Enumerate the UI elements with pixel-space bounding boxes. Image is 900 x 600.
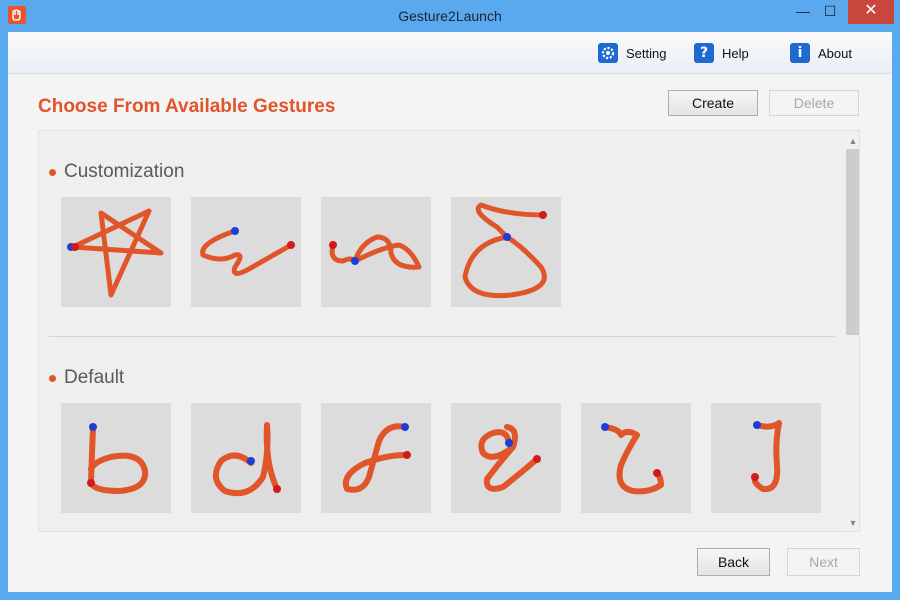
app-window: Gesture2Launch — ☐ ✕ Setting ? Help i Ab… — [0, 0, 900, 600]
about-menu-item[interactable]: i About — [790, 42, 852, 64]
client-area: Setting ? Help i About Choose From Avail… — [8, 32, 892, 592]
gesture-swirl-thumbnail[interactable] — [321, 197, 431, 307]
bullet-icon — [49, 168, 56, 176]
scroll-up-icon[interactable]: ▲ — [845, 133, 859, 149]
bullet-icon — [49, 374, 56, 382]
help-label: Help — [722, 45, 749, 61]
gesture-loop-thumbnail[interactable] — [451, 197, 561, 307]
gesture-list-panel[interactable]: Customization Default ▲ ▼ — [38, 130, 860, 532]
page-title: Choose From Available Gestures — [38, 96, 336, 117]
default-label: Default — [64, 367, 125, 388]
delete-button[interactable]: Delete — [769, 90, 859, 116]
window-title: Gesture2Launch — [398, 8, 502, 24]
gesture-zigzag-thumbnail[interactable] — [191, 197, 301, 307]
gesture-j-thumbnail[interactable] — [711, 403, 821, 513]
about-label: About — [818, 45, 852, 61]
default-section-title: Default — [49, 367, 124, 389]
section-divider — [49, 336, 835, 337]
minimize-button[interactable]: — — [790, 0, 816, 24]
gesture-f-thumbnail[interactable] — [321, 403, 431, 513]
create-button[interactable]: Create — [668, 90, 758, 116]
gesture-b-thumbnail[interactable] — [61, 403, 171, 513]
menu-bar: Setting ? Help i About — [8, 32, 892, 74]
gesture-star-thumbnail[interactable] — [61, 197, 171, 307]
question-icon: ? — [694, 43, 714, 63]
setting-label: Setting — [626, 45, 667, 61]
gesture-g-thumbnail[interactable] — [451, 403, 561, 513]
customization-label: Customization — [64, 161, 185, 182]
vertical-scrollbar[interactable]: ▲ ▼ — [845, 131, 859, 531]
setting-menu-item[interactable]: Setting — [598, 42, 666, 64]
gesture-l-thumbnail[interactable] — [581, 403, 691, 513]
gesture-d-thumbnail[interactable] — [191, 403, 301, 513]
scrollbar-thumb[interactable] — [846, 149, 859, 335]
maximize-button[interactable]: ☐ — [816, 0, 844, 24]
title-bar: Gesture2Launch — ☐ ✕ — [0, 0, 900, 32]
close-button[interactable]: ✕ — [848, 0, 894, 24]
next-button[interactable]: Next — [787, 548, 860, 576]
info-icon: i — [790, 43, 810, 63]
scroll-down-icon[interactable]: ▼ — [845, 515, 859, 531]
gear-icon — [598, 43, 618, 63]
customization-section-title: Customization — [49, 161, 184, 183]
back-button[interactable]: Back — [697, 548, 770, 576]
help-menu-item[interactable]: ? Help — [694, 42, 749, 64]
